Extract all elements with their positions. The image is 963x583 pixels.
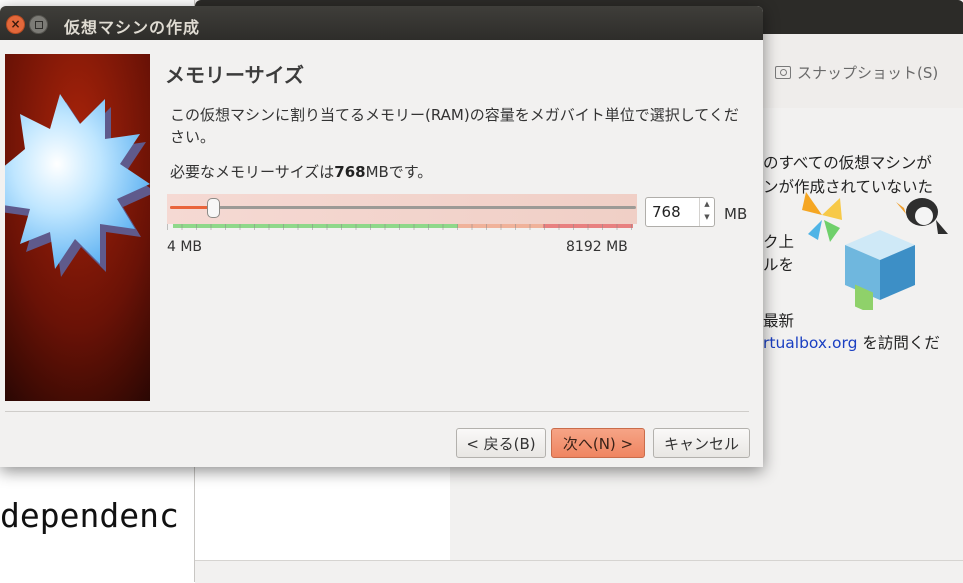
slider-max-label: 8192 MB xyxy=(566,239,628,255)
slider-track xyxy=(170,206,636,209)
terminal-background-text: dependenc xyxy=(0,496,179,535)
memory-spinbox[interactable]: 768 ▲ ▼ xyxy=(645,197,715,227)
recommended-prefix: 必要なメモリーサイズは xyxy=(170,163,335,181)
memory-unit-label: MB xyxy=(724,205,748,223)
snapshot-button[interactable]: スナップショット(S) xyxy=(775,62,938,83)
next-button[interactable]: 次へ(N) > xyxy=(551,428,645,458)
welcome-link-suffix: を訪問くだ xyxy=(857,334,940,352)
maximize-icon[interactable] xyxy=(29,15,48,34)
button-separator xyxy=(5,411,749,412)
dialog-titlebar: × 仮想マシンの作成 xyxy=(0,6,763,40)
slider-min-label: 4 MB xyxy=(167,239,203,255)
welcome-line-1: のすべての仮想マシンが xyxy=(763,154,932,172)
recommended-memory-text: 必要なメモリーサイズは768MBです。 xyxy=(170,161,432,182)
camera-icon xyxy=(775,66,791,79)
close-icon[interactable]: × xyxy=(6,15,25,34)
page-heading: メモリーサイズ xyxy=(165,63,304,87)
cancel-button[interactable]: キャンセル xyxy=(653,428,750,458)
spin-down-icon[interactable]: ▼ xyxy=(700,211,714,224)
welcome-line-5: 最新 xyxy=(763,312,795,330)
recommended-suffix: MBです。 xyxy=(365,163,433,181)
dialog-title: 仮想マシンの作成 xyxy=(64,18,201,37)
virtualbox-mascot-icon xyxy=(802,192,948,310)
back-button[interactable]: < 戻る(B) xyxy=(456,428,546,458)
virtualbox-link[interactable]: rtualbox.org xyxy=(763,334,857,352)
create-vm-dialog: × 仮想マシンの作成 メモリーサイズ この仮想マシンに割り当てるメモリー(RAM… xyxy=(0,6,763,467)
snapshot-label: スナップショット(S) xyxy=(797,64,939,82)
spin-up-icon[interactable]: ▲ xyxy=(700,198,714,211)
memory-value[interactable]: 768 xyxy=(652,203,681,221)
spin-arrows[interactable]: ▲ ▼ xyxy=(699,198,714,226)
welcome-line-3: ク上 xyxy=(763,233,795,251)
welcome-link-line: rtualbox.org を訪問くだ xyxy=(763,331,940,353)
wizard-side-image xyxy=(5,54,150,401)
slider-ticks xyxy=(167,224,637,230)
slider-background xyxy=(167,194,637,224)
slider-handle[interactable] xyxy=(207,198,221,218)
manager-statusbar xyxy=(195,560,963,583)
page-description: この仮想マシンに割り当てるメモリー(RAM)の容量をメガバイト単位で選択してくだ… xyxy=(170,106,739,146)
memory-slider[interactable] xyxy=(167,194,637,230)
recommended-value: 768 xyxy=(334,163,366,181)
welcome-line-4: ルを xyxy=(763,256,795,274)
